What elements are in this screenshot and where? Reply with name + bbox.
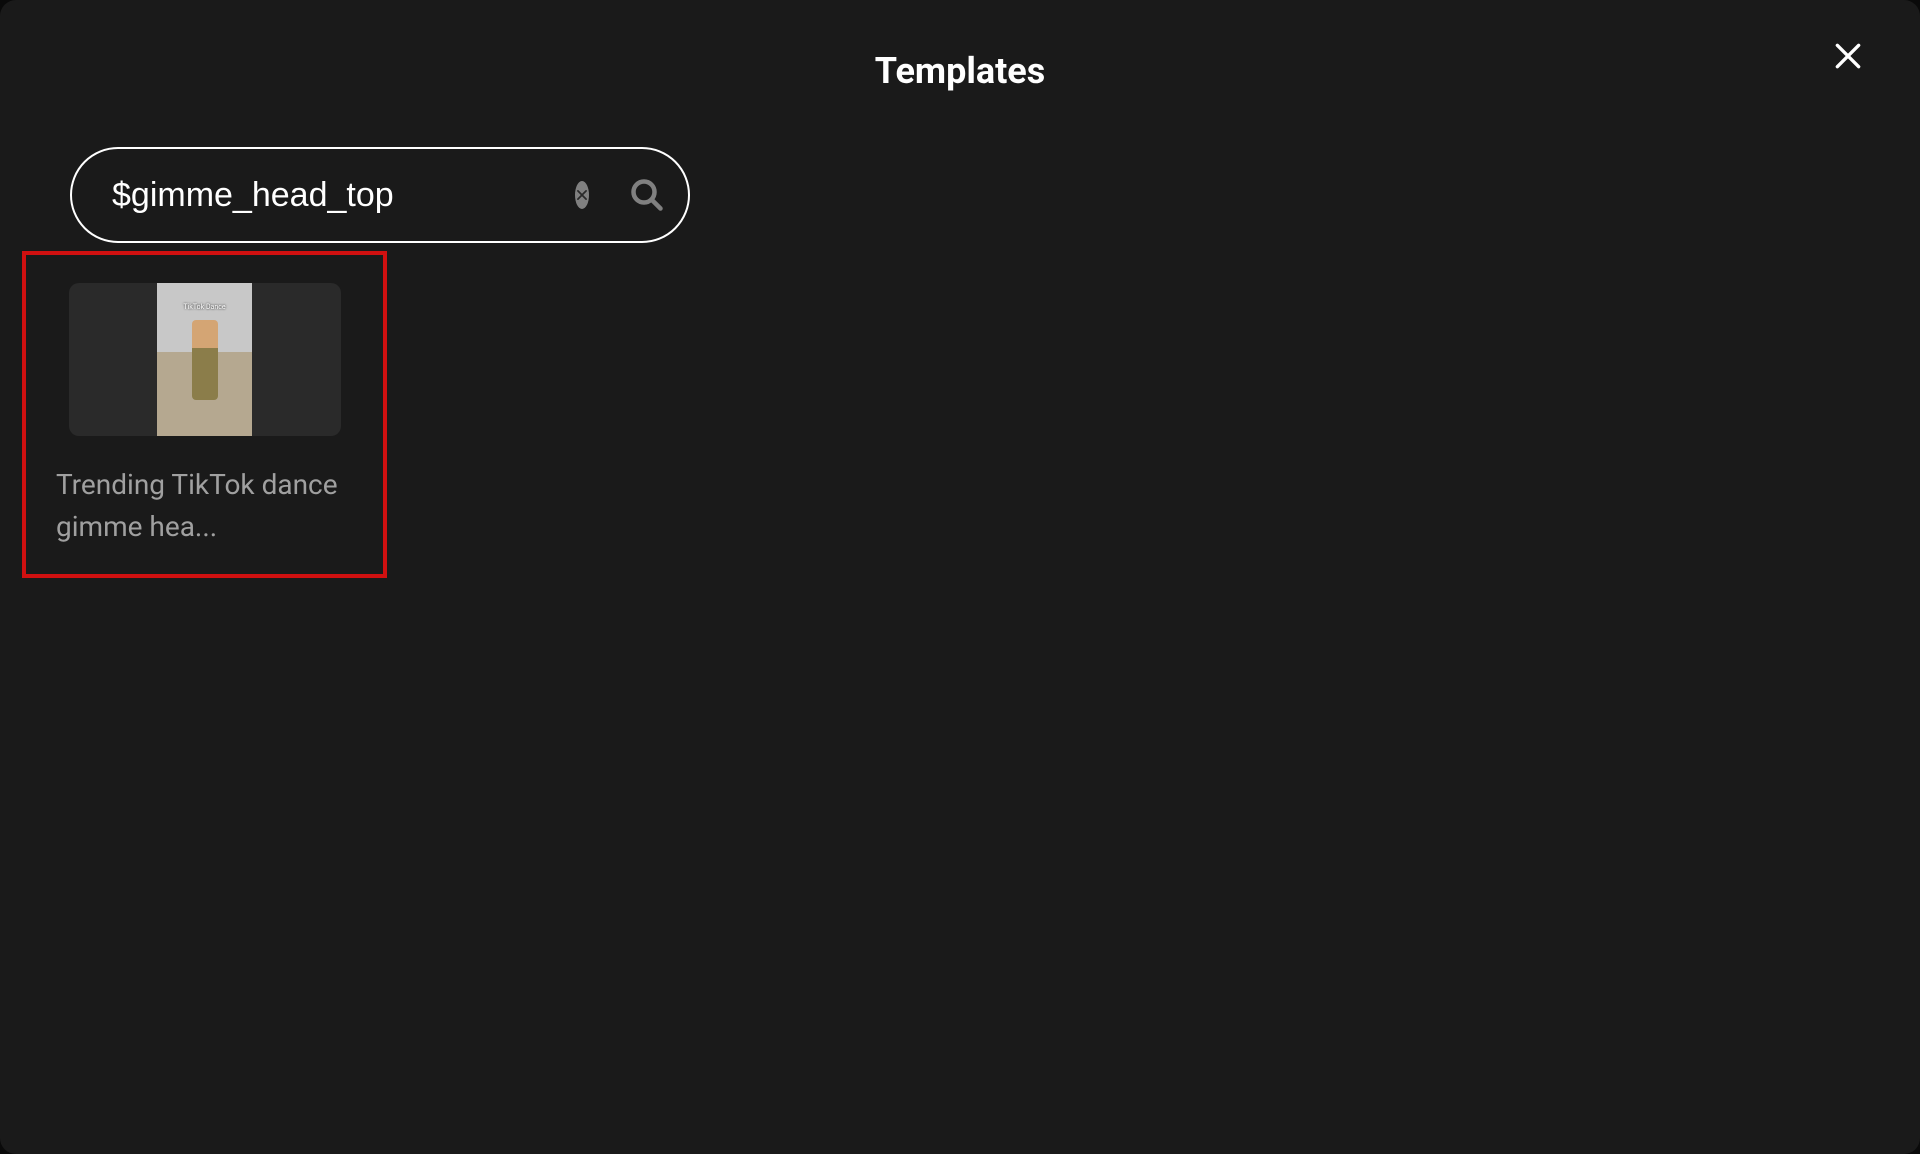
clear-icon bbox=[575, 188, 589, 202]
template-thumbnail: TikTok Dance bbox=[69, 283, 341, 436]
template-card[interactable]: TikTok Dance Trending TikTok dance gimme… bbox=[22, 251, 387, 578]
search-icon bbox=[629, 177, 665, 213]
modal-title: Templates bbox=[0, 50, 1920, 92]
clear-search-button[interactable] bbox=[575, 181, 589, 209]
search-button[interactable] bbox=[629, 175, 665, 215]
thumbnail-text-overlay: TikTok Dance bbox=[157, 303, 252, 311]
close-button[interactable] bbox=[1824, 32, 1872, 80]
search-input[interactable] bbox=[112, 176, 555, 215]
results-grid: TikTok Dance Trending TikTok dance gimme… bbox=[22, 251, 1920, 578]
templates-modal: Templates TikTok Dance bbox=[0, 0, 1920, 1154]
thumbnail-image: TikTok Dance bbox=[157, 283, 252, 436]
template-title: Trending TikTok dance gimme hea... bbox=[46, 464, 363, 548]
thumbnail-figure bbox=[192, 320, 218, 400]
close-icon bbox=[1832, 40, 1864, 72]
search-container bbox=[70, 147, 690, 243]
